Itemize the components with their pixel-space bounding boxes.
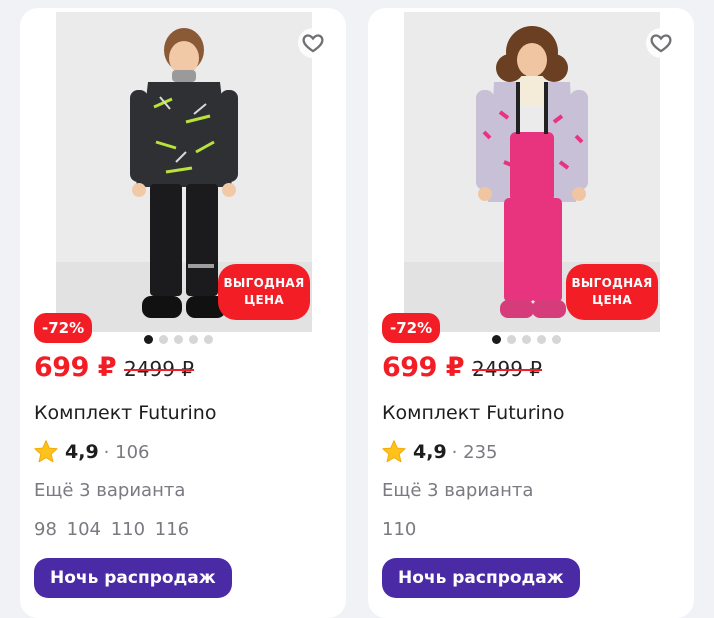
more-variants[interactable]: Ещё 3 варианта <box>382 480 533 501</box>
discount-badge: -72% <box>382 313 441 343</box>
badge-line-2: ЦЕНА <box>244 293 284 307</box>
star-icon <box>382 440 406 463</box>
gallery-dot[interactable] <box>159 335 168 344</box>
heart-outline-icon[interactable] <box>298 28 328 58</box>
product-title[interactable]: Комплект Futurino <box>34 402 216 424</box>
gallery-dot[interactable] <box>204 335 213 344</box>
current-price: 699 ₽ <box>382 352 465 383</box>
rating-value: 4,9 <box>413 441 447 463</box>
gallery-dot[interactable] <box>492 335 501 344</box>
available-sizes: 110 <box>382 519 417 540</box>
gallery-dot[interactable] <box>537 335 546 344</box>
gallery-dot[interactable] <box>174 335 183 344</box>
product-card[interactable]: ВЫГОДНАЯ ЦЕНА -72% 699 ₽ 2499 ₽ Комплект… <box>368 8 694 618</box>
heart-outline-icon[interactable] <box>646 28 676 58</box>
best-price-badge: ВЫГОДНАЯ ЦЕНА <box>566 264 658 320</box>
review-count: · 235 <box>451 441 498 463</box>
gallery-dot[interactable] <box>144 335 153 344</box>
product-photo[interactable]: ВЫГОДНАЯ ЦЕНА <box>56 12 312 332</box>
badge-line-2: ЦЕНА <box>592 293 632 307</box>
rating-row[interactable]: 4,9 · 106 <box>32 438 149 466</box>
available-sizes: 98 104 110 116 <box>34 519 190 540</box>
discount-badge: -72% <box>34 313 93 343</box>
gallery-dots[interactable] <box>144 335 213 344</box>
price-row: 699 ₽ 2499 ₽ <box>382 352 542 383</box>
current-price: 699 ₽ <box>34 352 117 383</box>
gallery-dot[interactable] <box>189 335 198 344</box>
review-count: · 106 <box>103 441 150 463</box>
old-price: 2499 ₽ <box>472 357 543 381</box>
rating-value: 4,9 <box>65 441 99 463</box>
rating-row[interactable]: 4,9 · 235 <box>380 438 497 466</box>
badge-line-1: ВЫГОДНАЯ <box>571 276 653 290</box>
badge-line-1: ВЫГОДНАЯ <box>223 276 305 290</box>
price-row: 699 ₽ 2499 ₽ <box>34 352 194 383</box>
gallery-dot[interactable] <box>522 335 531 344</box>
promo-sale-night-button[interactable]: Ночь распродаж <box>34 558 232 598</box>
product-title[interactable]: Комплект Futurino <box>382 402 564 424</box>
product-card[interactable]: ВЫГОДНАЯ ЦЕНА -72% 699 ₽ 2499 ₽ Комплект… <box>20 8 346 618</box>
more-variants[interactable]: Ещё 3 варианта <box>34 480 185 501</box>
best-price-badge: ВЫГОДНАЯ ЦЕНА <box>218 264 310 320</box>
product-photo[interactable]: ВЫГОДНАЯ ЦЕНА <box>404 12 660 332</box>
promo-sale-night-button[interactable]: Ночь распродаж <box>382 558 580 598</box>
star-icon <box>34 440 58 463</box>
old-price: 2499 ₽ <box>124 357 195 381</box>
gallery-dots[interactable] <box>492 335 561 344</box>
gallery-dot[interactable] <box>552 335 561 344</box>
gallery-dot[interactable] <box>507 335 516 344</box>
